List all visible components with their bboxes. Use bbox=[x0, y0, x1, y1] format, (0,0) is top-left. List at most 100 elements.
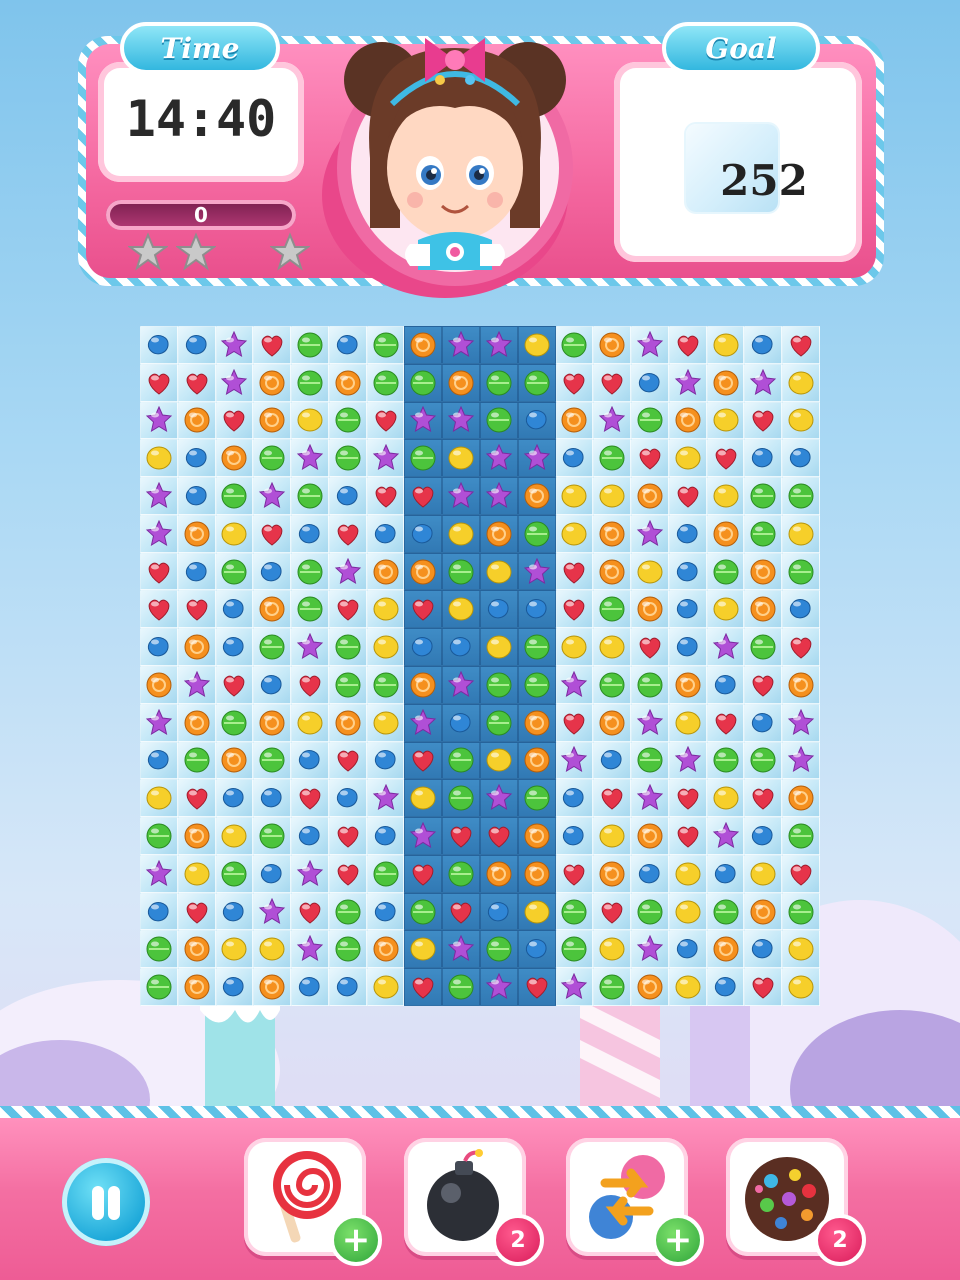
board-cell[interactable] bbox=[744, 817, 783, 855]
board-cell[interactable] bbox=[253, 741, 292, 780]
board-cell[interactable] bbox=[744, 401, 783, 440]
board-cell[interactable] bbox=[631, 363, 669, 402]
board-cell[interactable] bbox=[782, 703, 820, 742]
board-cell[interactable] bbox=[517, 779, 556, 818]
board-cell[interactable] bbox=[782, 930, 820, 969]
board-cell[interactable] bbox=[593, 590, 632, 629]
board-cell[interactable] bbox=[517, 401, 556, 440]
board-cell[interactable] bbox=[328, 892, 367, 931]
board-cell[interactable] bbox=[177, 666, 216, 704]
board-cell[interactable] bbox=[668, 401, 707, 440]
board-cell[interactable] bbox=[593, 477, 632, 515]
board-cell[interactable] bbox=[555, 666, 594, 704]
board-cell[interactable] bbox=[668, 514, 707, 553]
board-cell[interactable] bbox=[744, 779, 783, 818]
board-cell[interactable] bbox=[291, 439, 329, 478]
board-cell[interactable] bbox=[442, 741, 480, 780]
board-cell[interactable] bbox=[555, 741, 594, 780]
board-cell[interactable] bbox=[140, 439, 178, 478]
board-cell[interactable] bbox=[177, 930, 216, 969]
board-cell[interactable] bbox=[668, 817, 707, 855]
board-cell[interactable] bbox=[593, 741, 632, 780]
board-cell[interactable] bbox=[442, 968, 480, 1006]
board-cell[interactable] bbox=[404, 590, 443, 629]
board-cell[interactable] bbox=[404, 779, 443, 818]
board-cell[interactable] bbox=[328, 590, 367, 629]
board-cell[interactable] bbox=[744, 590, 783, 629]
board-cell[interactable] bbox=[442, 892, 480, 931]
board-cell[interactable] bbox=[706, 552, 745, 591]
board-cell[interactable] bbox=[253, 779, 292, 818]
board-cell[interactable] bbox=[253, 514, 292, 553]
board-cell[interactable] bbox=[782, 477, 820, 515]
board-cell[interactable] bbox=[555, 590, 594, 629]
board-cell[interactable] bbox=[668, 326, 707, 364]
board-cell[interactable] bbox=[517, 968, 556, 1006]
board-cell[interactable] bbox=[366, 514, 405, 553]
board-cell[interactable] bbox=[177, 854, 216, 893]
board-cell[interactable] bbox=[744, 326, 783, 364]
board-cell[interactable] bbox=[291, 817, 329, 855]
board-cell[interactable] bbox=[555, 703, 594, 742]
board-cell[interactable] bbox=[177, 817, 216, 855]
board-cell[interactable] bbox=[593, 514, 632, 553]
board-cell[interactable] bbox=[782, 628, 820, 666]
board-cell[interactable] bbox=[782, 363, 820, 402]
board-cell[interactable] bbox=[328, 666, 367, 704]
board-cell[interactable] bbox=[140, 703, 178, 742]
board-cell[interactable] bbox=[631, 326, 669, 364]
board-cell[interactable] bbox=[328, 741, 367, 780]
board-cell[interactable] bbox=[140, 779, 178, 818]
board-cell[interactable] bbox=[782, 968, 820, 1006]
board-cell[interactable] bbox=[593, 326, 632, 364]
board-cell[interactable] bbox=[555, 892, 594, 931]
board-cell[interactable] bbox=[328, 326, 367, 364]
board-cell[interactable] bbox=[291, 552, 329, 591]
board-cell[interactable] bbox=[404, 930, 443, 969]
board-cell[interactable] bbox=[706, 854, 745, 893]
board-cell[interactable] bbox=[366, 930, 405, 969]
board-cell[interactable] bbox=[517, 477, 556, 515]
board-cell[interactable] bbox=[442, 401, 480, 440]
board-cell[interactable] bbox=[517, 892, 556, 931]
board-cell[interactable] bbox=[215, 439, 254, 478]
board-cell[interactable] bbox=[668, 477, 707, 515]
board-cell[interactable] bbox=[706, 666, 745, 704]
board-cell[interactable] bbox=[140, 477, 178, 515]
board-cell[interactable] bbox=[744, 666, 783, 704]
board-cell[interactable] bbox=[442, 930, 480, 969]
board-cell[interactable] bbox=[404, 514, 443, 553]
board-cell[interactable] bbox=[215, 854, 254, 893]
board-cell[interactable] bbox=[215, 326, 254, 364]
board-cell[interactable] bbox=[291, 363, 329, 402]
board-cell[interactable] bbox=[706, 363, 745, 402]
board-cell[interactable] bbox=[555, 552, 594, 591]
board-cell[interactable] bbox=[291, 590, 329, 629]
board-cell[interactable] bbox=[253, 590, 292, 629]
board-cell[interactable] bbox=[177, 741, 216, 780]
board-cell[interactable] bbox=[253, 666, 292, 704]
board-cell[interactable] bbox=[480, 552, 518, 591]
board-cell[interactable] bbox=[744, 854, 783, 893]
board-cell[interactable] bbox=[744, 741, 783, 780]
board-cell[interactable] bbox=[782, 439, 820, 478]
board-cell[interactable] bbox=[782, 779, 820, 818]
board-cell[interactable] bbox=[744, 968, 783, 1006]
board-cell[interactable] bbox=[480, 666, 518, 704]
board-cell[interactable] bbox=[744, 439, 783, 478]
board-cell[interactable] bbox=[706, 590, 745, 629]
board-cell[interactable] bbox=[215, 363, 254, 402]
board-cell[interactable] bbox=[668, 892, 707, 931]
board-cell[interactable] bbox=[744, 477, 783, 515]
board-cell[interactable] bbox=[140, 326, 178, 364]
board-cell[interactable] bbox=[706, 703, 745, 742]
board-cell[interactable] bbox=[668, 703, 707, 742]
board-cell[interactable] bbox=[253, 552, 292, 591]
board-cell[interactable] bbox=[404, 666, 443, 704]
board-cell[interactable] bbox=[593, 439, 632, 478]
board-cell[interactable] bbox=[140, 590, 178, 629]
board-cell[interactable] bbox=[668, 930, 707, 969]
board-cell[interactable] bbox=[706, 628, 745, 666]
board-cell[interactable] bbox=[404, 741, 443, 780]
board-cell[interactable] bbox=[480, 892, 518, 931]
